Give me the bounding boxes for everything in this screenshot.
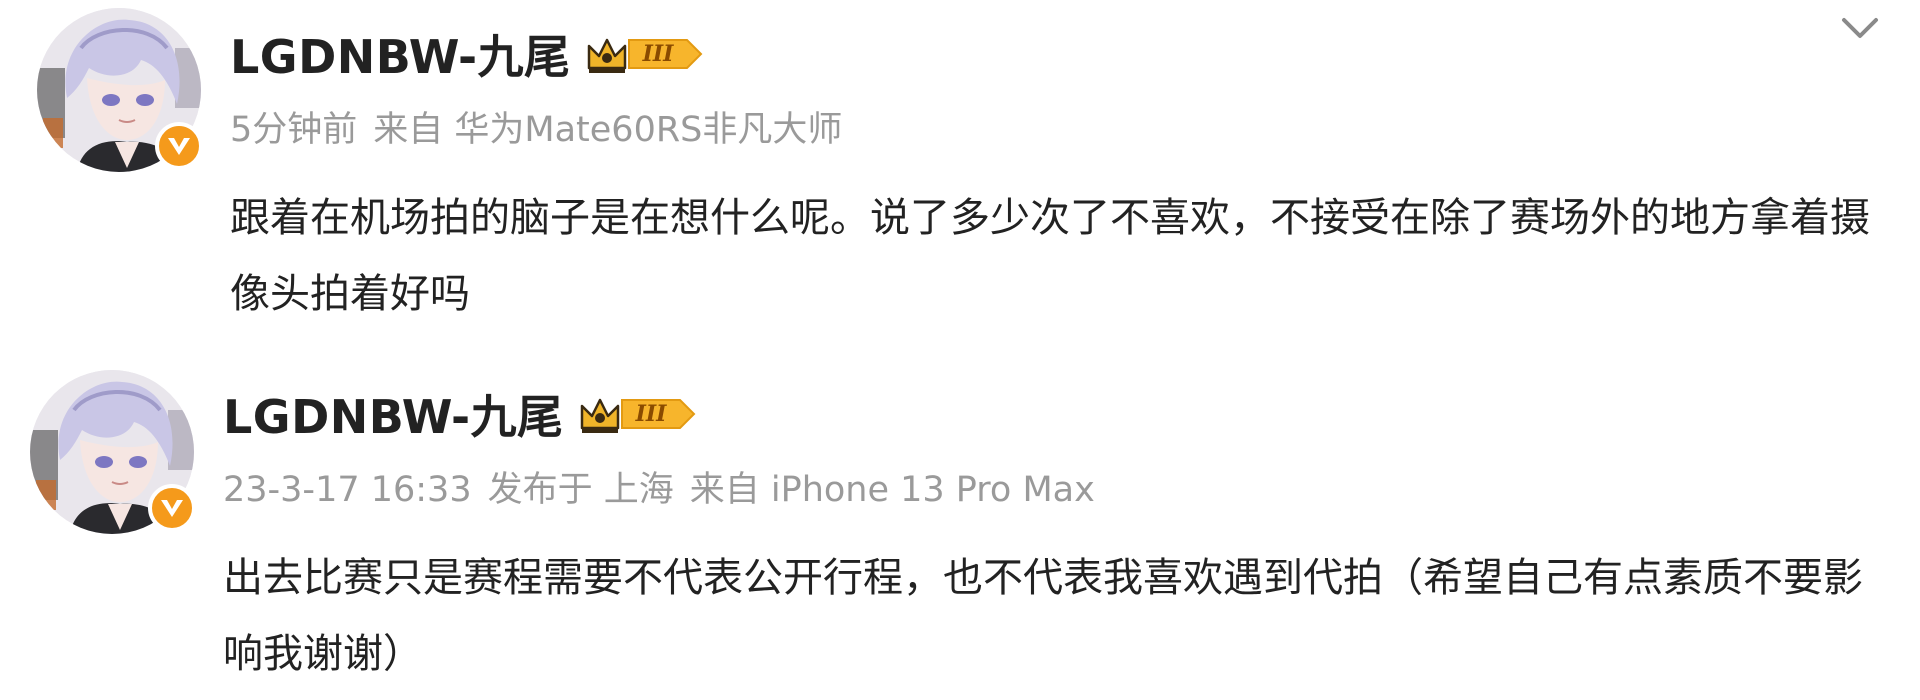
avatar[interactable] xyxy=(37,8,203,172)
post-text: 出去比赛只是赛程需要不代表公开行程，也不代表我喜欢遇到代拍（希望自己有点素质不要… xyxy=(223,555,1863,677)
name-row: LGDNBW-九尾 III xyxy=(223,378,1900,450)
post-content: LGDNBW-九尾 III 5分钟前 来自 华为Mate60RS非凡大师 跟着在… xyxy=(230,18,1900,332)
post-location: 发布于 上海 xyxy=(487,470,674,510)
post-text: 跟着在机场拍的脑子是在想什么呢。说了多少次了不喜欢，不接受在除了赛场外的地方拿着… xyxy=(230,195,1870,317)
avatar[interactable] xyxy=(30,370,196,534)
username[interactable]: LGDNBW-九尾 xyxy=(223,381,564,447)
level-label: III xyxy=(635,401,667,427)
username[interactable]: LGDNBW-九尾 xyxy=(230,21,571,87)
level-label: III xyxy=(642,41,674,67)
post-source: 来自 华为Mate60RS非凡大师 xyxy=(373,110,843,150)
post-time[interactable]: 23-3-17 16:33 xyxy=(223,470,472,510)
vip-v-badge-icon xyxy=(148,484,196,532)
weibo-feed: LGDNBW-九尾 III 5分钟前 来自 华为Mate60RS非凡大师 跟着在… xyxy=(0,0,1920,700)
post-content: LGDNBW-九尾 III 23-3-17 16:33 发布于 上海 来自 iPho… xyxy=(223,378,1900,692)
post-source: 来自 iPhone 13 Pro Max xyxy=(689,470,1095,510)
post-time[interactable]: 5分钟前 xyxy=(230,110,357,150)
post-meta: 23-3-17 16:33 发布于 上海 来自 iPhone 13 Pro Max xyxy=(223,462,1900,518)
name-row: LGDNBW-九尾 III xyxy=(230,18,1900,90)
vip-v-badge-icon xyxy=(155,122,203,170)
post-meta: 5分钟前 来自 华为Mate60RS非凡大师 xyxy=(230,102,1900,158)
